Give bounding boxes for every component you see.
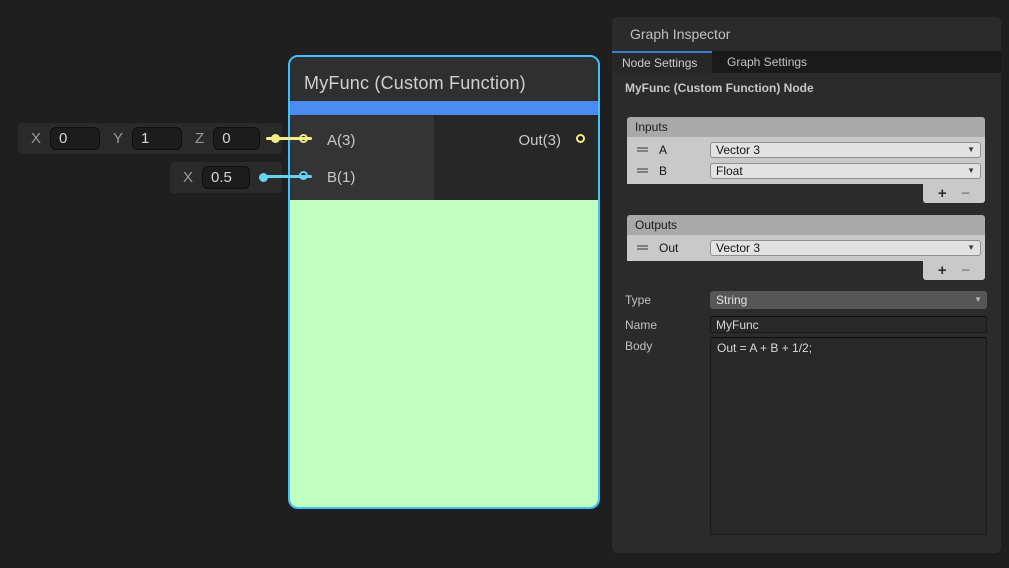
vector3-port-input-widget: X Y Z xyxy=(18,123,282,154)
outputs-list-header: Outputs xyxy=(627,215,985,235)
node-title: MyFunc (Custom Function) xyxy=(290,57,598,101)
output-out-name: Out xyxy=(659,241,678,255)
drag-handle-icon[interactable] xyxy=(637,168,648,173)
remove-input-button[interactable]: − xyxy=(961,186,970,201)
z-value-input[interactable] xyxy=(213,127,260,150)
list-item[interactable]: A Vector 3 ▼ xyxy=(627,139,985,160)
node-preview xyxy=(290,200,598,507)
edge-float-to-b[interactable] xyxy=(266,175,312,178)
type-label: Type xyxy=(625,293,651,307)
drag-handle-icon[interactable] xyxy=(637,147,648,152)
outputs-list-footer: + − xyxy=(923,261,985,280)
node-settings-heading: MyFunc (Custom Function) Node xyxy=(625,81,814,95)
type-dropdown[interactable]: String ▼ xyxy=(710,291,987,309)
input-a-type-value: Vector 3 xyxy=(716,143,760,157)
dropdown-arrow-icon: ▼ xyxy=(967,167,975,175)
input-a-name: A xyxy=(659,143,667,157)
node-color-bar xyxy=(290,101,598,115)
inputs-list-footer: + − xyxy=(923,184,985,203)
tab-node-settings[interactable]: Node Settings xyxy=(612,51,712,73)
inputs-list-header: Inputs xyxy=(627,117,985,137)
body-field-row: Body Out = A + B + 1/2; xyxy=(625,337,987,537)
name-input[interactable] xyxy=(710,316,987,333)
body-label: Body xyxy=(625,339,652,353)
list-item[interactable]: B Float ▼ xyxy=(627,160,985,181)
float-value-input[interactable] xyxy=(202,166,250,189)
edge-vector3-to-a[interactable] xyxy=(266,137,312,140)
port-out-label: Out(3) xyxy=(518,131,561,151)
input-b-type-dropdown[interactable]: Float ▼ xyxy=(710,163,981,179)
input-a-type-dropdown[interactable]: Vector 3 ▼ xyxy=(710,142,981,158)
graph-inspector-panel: Graph Inspector Node Settings Graph Sett… xyxy=(612,17,1001,553)
inputs-list: Inputs A Vector 3 ▼ B Float ▼ xyxy=(627,117,985,203)
inputs-list-rows: A Vector 3 ▼ B Float ▼ xyxy=(627,137,985,184)
x-field-label: X xyxy=(183,169,193,186)
custom-function-node[interactable]: MyFunc (Custom Function) A(3) B(1) Out(3… xyxy=(288,55,600,509)
inspector-tab-bar: Node Settings Graph Settings xyxy=(612,51,1001,73)
add-output-button[interactable]: + xyxy=(938,263,947,278)
float-port-input-widget: X xyxy=(170,162,282,193)
name-label: Name xyxy=(625,318,657,332)
input-ports-background xyxy=(290,115,434,200)
type-field-row: Type String ▼ xyxy=(625,291,987,309)
dropdown-arrow-icon: ▼ xyxy=(967,146,975,154)
port-b-label: B(1) xyxy=(327,168,355,188)
output-out-type-dropdown[interactable]: Vector 3 ▼ xyxy=(710,240,981,256)
name-field-row: Name xyxy=(625,316,987,333)
type-value: String xyxy=(716,293,747,307)
dropdown-arrow-icon: ▼ xyxy=(967,244,975,252)
body-textarea[interactable]: Out = A + B + 1/2; xyxy=(710,337,987,535)
input-b-type-value: Float xyxy=(716,164,743,178)
outputs-list-rows: Out Vector 3 ▼ xyxy=(627,235,985,261)
x-value-input[interactable] xyxy=(50,127,100,150)
port-a-label: A(3) xyxy=(327,131,355,151)
drag-handle-icon[interactable] xyxy=(637,245,648,250)
x-field-label: X xyxy=(31,130,41,147)
z-field-label: Z xyxy=(195,130,204,147)
node-port-area: A(3) B(1) Out(3) xyxy=(290,115,598,200)
outputs-list: Outputs Out Vector 3 ▼ + − xyxy=(627,215,985,280)
tab-graph-settings[interactable]: Graph Settings xyxy=(712,51,822,73)
y-field-label: Y xyxy=(113,130,123,147)
add-input-button[interactable]: + xyxy=(938,186,947,201)
inspector-title: Graph Inspector xyxy=(612,17,1001,51)
y-value-input[interactable] xyxy=(132,127,182,150)
list-item[interactable]: Out Vector 3 ▼ xyxy=(627,237,985,258)
dropdown-arrow-icon: ▼ xyxy=(974,296,982,304)
shader-graph-canvas: X Y Z X MyFunc (Custom Function) A(3) B(… xyxy=(0,0,1009,568)
input-b-name: B xyxy=(659,164,667,178)
port-out-icon[interactable] xyxy=(576,134,585,143)
output-out-type-value: Vector 3 xyxy=(716,241,760,255)
remove-output-button[interactable]: − xyxy=(961,263,970,278)
